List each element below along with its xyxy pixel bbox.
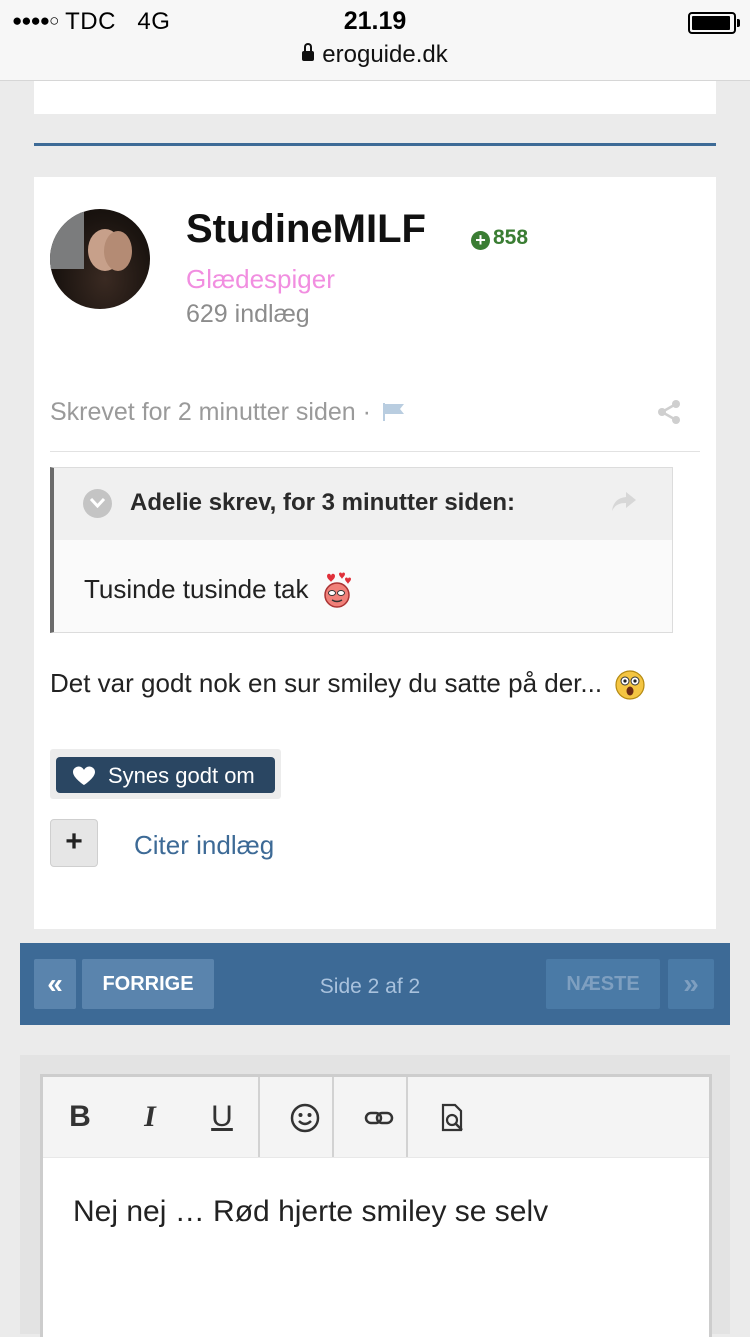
post-count: 629 indlæg <box>186 300 310 328</box>
report-flag-icon[interactable] <box>382 403 406 421</box>
clock: 21.19 <box>343 7 407 35</box>
share-icon[interactable] <box>656 399 682 425</box>
link-icon <box>364 1111 394 1125</box>
editor-content[interactable]: Nej nej … Rød hjerte smiley se selv <box>73 1195 548 1229</box>
last-page-button: » <box>668 959 714 1009</box>
bold-button[interactable]: B <box>59 1077 101 1157</box>
toolbar-separator <box>332 1077 334 1157</box>
emoticon-button[interactable] <box>269 1077 341 1157</box>
avatar[interactable] <box>50 209 150 309</box>
cite-post-link[interactable]: Citer indlæg <box>134 830 274 861</box>
share-arrow-icon[interactable] <box>610 490 638 514</box>
preview-button[interactable] <box>417 1077 489 1157</box>
forum-post: StudineMILF +858 Glædespiger 629 indlæg … <box>34 177 716 929</box>
post-timestamp[interactable]: Skrevet for 2 minutter siden · <box>50 398 371 426</box>
heart-icon <box>73 766 95 785</box>
post-body-text: Det var godt nok en sur smiley du satte … <box>50 668 603 698</box>
toolbar-separator <box>258 1077 260 1157</box>
quote-body: Tusinde tusinde tak <box>84 572 354 608</box>
reputation-count: 858 <box>493 226 529 249</box>
editor-toolbar: B I U <box>43 1077 709 1158</box>
multiquote-button[interactable]: + <box>50 819 98 867</box>
like-container: Synes godt om <box>50 749 281 799</box>
preview-icon <box>441 1103 463 1132</box>
quote-header: Adelie skrev, for 3 minutter siden: <box>54 468 672 540</box>
battery-icon <box>688 12 740 34</box>
divider <box>34 143 716 146</box>
username[interactable]: StudineMILF <box>186 207 426 252</box>
reply-box: B I U Nej nej … Rød hjerte smiley se sel… <box>20 1055 730 1337</box>
quote-block: Adelie skrev, for 3 minutter siden: Tusi… <box>50 467 673 633</box>
user-group: Glædespiger <box>186 264 335 294</box>
like-label: Synes godt om <box>108 763 255 788</box>
quote-text: Tusinde tusinde tak <box>84 574 309 604</box>
chevron-down-icon[interactable] <box>83 489 112 518</box>
status-bar: ●●●●○ TDC 4G 21.19 eroguide.dk <box>0 0 750 81</box>
previous-post-card <box>34 81 716 114</box>
link-button[interactable] <box>343 1077 415 1157</box>
plus-circle-icon: + <box>471 231 490 250</box>
next-page-button: NÆSTE <box>546 959 660 1009</box>
in-love-emoji-icon <box>324 572 351 608</box>
divider <box>50 451 700 452</box>
post-meta: Skrevet for 2 minutter siden · <box>50 398 406 427</box>
lock-icon <box>302 43 315 61</box>
avatar-photo-part <box>104 231 132 271</box>
underline-button[interactable]: U <box>201 1077 243 1157</box>
reputation-badge[interactable]: +858 <box>471 226 528 250</box>
post-body: Det var godt nok en sur smiley du satte … <box>50 668 645 700</box>
rich-text-editor: B I U Nej nej … Rød hjerte smiley se sel… <box>40 1074 712 1337</box>
shocked-emoji-icon <box>615 670 645 700</box>
like-button[interactable]: Synes godt om <box>56 757 275 793</box>
smiley-icon <box>290 1103 320 1133</box>
quote-title: Adelie skrev, for 3 minutter siden: <box>130 489 515 516</box>
toolbar-separator <box>406 1077 408 1157</box>
pagination: « FORRIGE Side 2 af 2 NÆSTE » <box>20 943 730 1025</box>
url-text: eroguide.dk <box>322 41 448 68</box>
avatar-photo-part <box>50 209 84 269</box>
address-bar[interactable]: eroguide.dk <box>0 41 750 69</box>
italic-button[interactable]: I <box>129 1077 171 1157</box>
